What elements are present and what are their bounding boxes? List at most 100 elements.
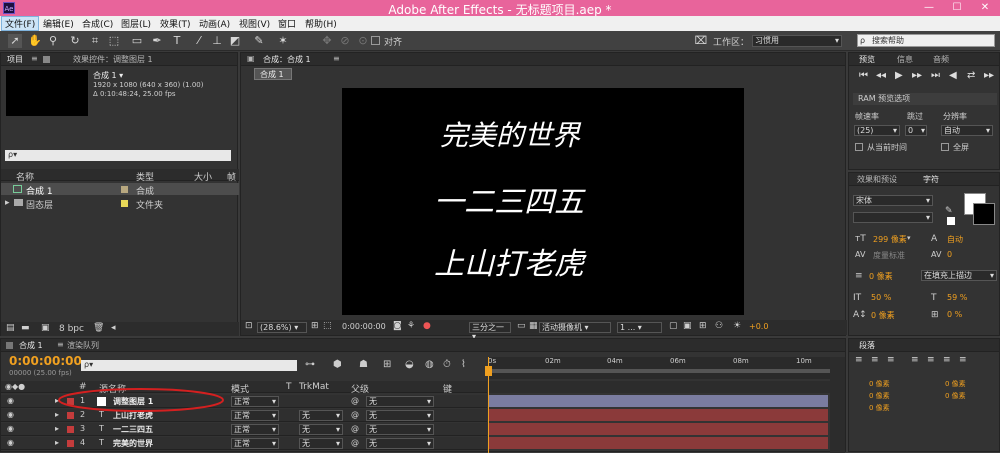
bpc-label[interactable]: 8 bpc (59, 324, 84, 334)
minimize-button[interactable]: — (915, 0, 943, 16)
space-before-value[interactable]: 0 像素 (869, 391, 890, 401)
justify-left-icon[interactable]: ≡ (911, 355, 919, 365)
menu-help[interactable]: 帮助(H) (302, 17, 340, 30)
tab-menu-icon[interactable]: ≡ (57, 340, 64, 349)
tab-info[interactable]: 信息 (897, 54, 913, 65)
align-left-icon[interactable]: ≡ (855, 355, 863, 365)
baseline-shift-value[interactable]: 0 像素 (871, 310, 895, 321)
col-mode[interactable]: 模式 (231, 382, 249, 395)
graph-editor-icon[interactable]: ⌇ (461, 359, 466, 370)
layer-duration-bar[interactable] (488, 395, 828, 407)
transparency-grid-icon[interactable]: ▦ (529, 321, 538, 331)
resolution-select[interactable]: 自动 ▾ (941, 125, 993, 136)
layer-parent-select[interactable]: 无 ▾ (366, 410, 434, 421)
eye-icon[interactable]: ◉ (7, 424, 14, 433)
frame-blending-icon[interactable]: ⊞ (383, 359, 391, 370)
interpret-footage-icon[interactable]: ▤ (6, 323, 15, 333)
expand-arrow-icon[interactable]: ▸ (5, 198, 10, 208)
pickwhip-icon[interactable]: @ (351, 396, 359, 405)
roi-icon[interactable]: ▭ (517, 321, 526, 331)
col-extra[interactable]: 帧 (227, 170, 236, 183)
pen-tool-icon[interactable]: ✒ (150, 34, 164, 48)
layer-mode-select[interactable]: 正常 ▾ (231, 424, 279, 435)
space-after-value[interactable]: 0 像素 (869, 403, 890, 413)
ram-preview-icon[interactable]: ▸▸ (984, 70, 994, 81)
first-frame-icon[interactable]: ⏮ (859, 70, 868, 81)
tab-project[interactable]: 项目 (7, 54, 23, 65)
tab-paragraph[interactable]: 段落 (859, 340, 875, 351)
comp-viewer[interactable]: 完美的世界 一二三四五 上山打老虎 (342, 88, 744, 315)
zoom-select[interactable]: (28.6%) ▾ (257, 322, 307, 333)
kerning-value[interactable]: 度量标准 (873, 250, 905, 261)
motion-blur-icon[interactable]: ◒ (405, 359, 414, 370)
brush-tool-icon[interactable]: ⁄ (192, 34, 206, 48)
leading-value[interactable]: 自动 (947, 234, 963, 245)
world-axis-icon[interactable]: ⊘ (338, 34, 352, 48)
menu-view[interactable]: 视图(V) (236, 17, 273, 30)
maximize-button[interactable]: ☐ (943, 0, 971, 16)
loop-icon[interactable]: ⇄ (967, 70, 975, 81)
align-checkbox[interactable] (371, 36, 380, 45)
safe-zone-icon[interactable]: ⬚ (323, 321, 332, 331)
indent-right-value[interactable]: 0 像素 (945, 379, 966, 389)
layer-trkmat-select[interactable]: 无 ▾ (299, 438, 343, 449)
trash-icon[interactable]: 🗑 (93, 323, 104, 333)
eye-icon[interactable]: ◉ (7, 438, 14, 447)
tsume-value[interactable]: 0 % (947, 310, 962, 319)
layer-trkmat-select[interactable]: 无 ▾ (299, 410, 343, 421)
pickwhip-icon[interactable]: @ (351, 424, 359, 433)
col-name[interactable]: 名称 (16, 170, 34, 183)
horizontal-scale-value[interactable]: 59 % (947, 293, 967, 302)
scroll-left-icon[interactable]: ◂ (111, 323, 116, 333)
draft-3d-icon[interactable]: ⬢ (333, 359, 342, 370)
font-size-value[interactable]: 299 像素 (873, 234, 907, 245)
layer-duration-bar[interactable] (488, 409, 828, 421)
eraser-tool-icon[interactable]: ◩ (228, 34, 242, 48)
pan-behind-tool-icon[interactable]: ⬚ (107, 34, 121, 48)
layer-parent-select[interactable]: 无 ▾ (366, 396, 434, 407)
resolution-select[interactable]: 三分之一 ▾ (469, 322, 511, 341)
comp-subtab[interactable]: 合成 1 (254, 68, 292, 80)
hand-tool-icon[interactable]: ✋ (28, 34, 42, 48)
always-preview-icon[interactable]: ⊡ (245, 321, 253, 331)
menu-window[interactable]: 窗口 (275, 17, 299, 30)
tab-render-queue[interactable]: 渲染队列 (67, 340, 99, 351)
exposure-icon[interactable]: ☀ (733, 321, 741, 331)
justify-all-icon[interactable]: ≡ (959, 355, 967, 365)
current-time[interactable]: 0:00:00:00 (342, 322, 386, 331)
skip-select[interactable]: 0 ▾ (905, 125, 927, 136)
play-icon[interactable]: ▶ (895, 70, 903, 81)
label-color-swatch[interactable] (121, 200, 128, 207)
layer-mode-select[interactable]: 正常 ▾ (231, 438, 279, 449)
menu-effect[interactable]: 效果(T) (157, 17, 194, 30)
col-trkmat[interactable]: TrkMat (299, 382, 329, 392)
stroke-width-value[interactable]: 0 像素 (869, 271, 893, 282)
snapshot-icon[interactable]: ◙ (393, 321, 402, 331)
fullscreen-checkbox[interactable] (941, 143, 949, 151)
next-frame-icon[interactable]: ▸▸ (912, 70, 922, 81)
roto-brush-tool-icon[interactable]: ✎ (252, 34, 266, 48)
table-row[interactable]: ◉ ▸ 4 T 完美的世界 正常 ▾ 无 ▾ @ 无 ▾ (1, 437, 487, 450)
label-color-swatch[interactable] (121, 186, 128, 193)
layer-mode-select[interactable]: 正常 ▾ (231, 396, 279, 407)
comp-name[interactable]: 合成 1 ▾ (93, 70, 123, 81)
eye-icon[interactable]: ◉ (7, 396, 14, 405)
toggle-pixel-icon[interactable]: ▢ (669, 321, 678, 331)
workspace-select[interactable]: 习惯用 ▾ (752, 35, 842, 47)
channel-icon[interactable]: ● (423, 321, 431, 331)
selection-tool-icon[interactable]: ➚ (8, 34, 22, 48)
brainstorm-icon[interactable]: ◍ (425, 359, 434, 370)
col-type[interactable]: 类型 (136, 170, 154, 183)
mute-icon[interactable]: ◀ (949, 70, 957, 81)
tab-composition[interactable]: 合成：合成 1 (263, 54, 311, 65)
tracking-value[interactable]: 0 (947, 250, 952, 259)
ram-options-header[interactable]: RAM 预览选项 (853, 93, 997, 105)
new-folder-icon[interactable]: ▬ (21, 323, 30, 333)
search-help-input[interactable]: ρ 搜索帮助 (857, 34, 995, 47)
fast-preview-icon[interactable]: ▣ (683, 321, 692, 331)
camera-tool-icon[interactable]: ⌗ (88, 34, 102, 48)
tab-timeline-comp[interactable]: 合成 1 (19, 340, 43, 351)
camera-select[interactable]: 活动摄像机 ▾ (539, 322, 611, 333)
menu-file[interactable]: 文件(F) (0, 16, 40, 31)
indent-left-value[interactable]: 0 像素 (869, 379, 890, 389)
